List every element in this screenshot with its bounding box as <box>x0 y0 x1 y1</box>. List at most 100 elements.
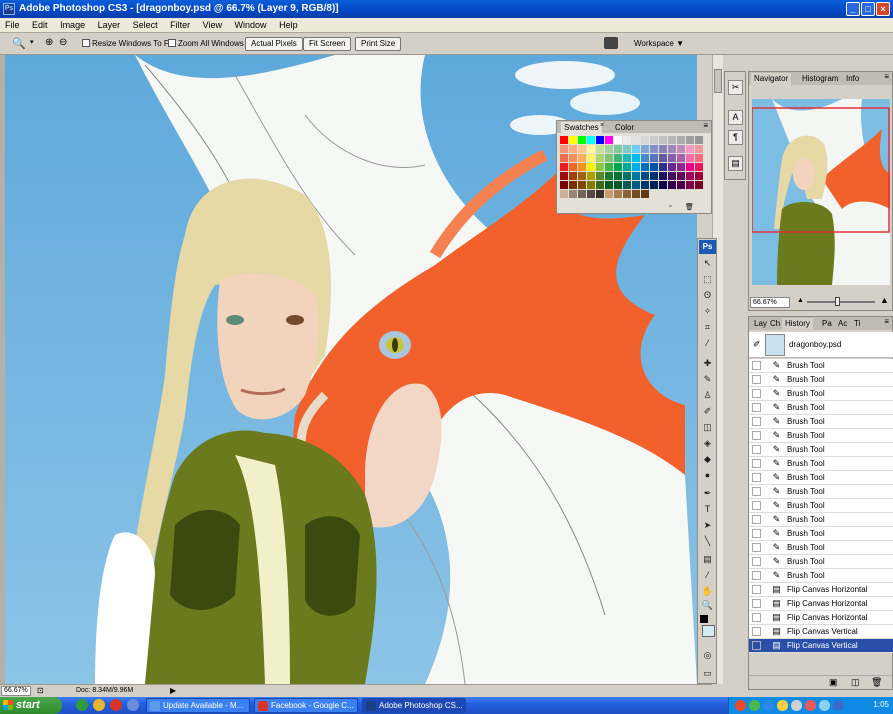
background-color-swatch[interactable] <box>702 625 715 637</box>
color-swatch[interactable] <box>668 154 676 162</box>
color-swatch[interactable] <box>650 172 658 180</box>
zoom-tool-palette-icon[interactable]: 🔍 <box>701 599 714 611</box>
color-swatch[interactable] <box>632 136 640 144</box>
zoom-in-small-icon[interactable]: ▲ <box>880 295 889 305</box>
color-swatch[interactable] <box>677 163 685 171</box>
clone-stamp-tool-icon[interactable]: ♙ <box>701 389 714 401</box>
color-swatch[interactable] <box>686 136 694 144</box>
color-swatch[interactable] <box>650 136 658 144</box>
color-swatch[interactable] <box>686 154 694 162</box>
color-swatch[interactable] <box>605 181 613 189</box>
tray-app-icon[interactable] <box>735 700 746 711</box>
history-source-box[interactable] <box>752 641 761 650</box>
eraser-tool-icon[interactable]: ◫ <box>701 421 714 433</box>
history-step[interactable]: ▤ Flip Canvas Horizontal <box>749 597 893 611</box>
color-swatch[interactable] <box>632 145 640 153</box>
zoom-out-small-icon[interactable]: ▲ <box>797 297 804 304</box>
dodge-tool-icon[interactable]: ● <box>701 469 714 481</box>
color-swatch[interactable] <box>560 154 568 162</box>
tab-actions[interactable]: Ac <box>835 318 850 330</box>
color-swatch[interactable] <box>623 145 631 153</box>
minimize-button[interactable]: _ <box>846 2 860 16</box>
zoom-out-icon[interactable]: ⊖ <box>59 37 67 48</box>
color-swatch[interactable] <box>641 172 649 180</box>
color-swatch[interactable] <box>659 172 667 180</box>
color-swatch[interactable] <box>695 136 703 144</box>
color-swatch[interactable] <box>569 190 577 198</box>
history-step[interactable]: ✎ Brush Tool <box>749 415 893 429</box>
marquee-tool-icon[interactable]: ⬚ <box>701 273 714 285</box>
history-source-box[interactable] <box>752 389 761 398</box>
color-swatch[interactable] <box>587 145 595 153</box>
history-source-box[interactable] <box>752 529 761 538</box>
menu-view[interactable]: View <box>198 18 227 32</box>
history-source-icon[interactable]: ✐ <box>753 339 761 350</box>
color-swatch[interactable] <box>623 136 631 144</box>
color-swatch[interactable] <box>560 172 568 180</box>
color-swatch[interactable] <box>578 163 586 171</box>
tab-navigator[interactable]: Navigator <box>751 73 792 85</box>
move-tool-icon[interactable]: ↖ <box>701 257 714 269</box>
color-swatch[interactable] <box>560 190 568 198</box>
color-swatch[interactable] <box>623 172 631 180</box>
history-source-box[interactable] <box>752 543 761 552</box>
task-photoshop[interactable]: Adobe Photoshop CS... <box>362 698 466 713</box>
brush-tool-icon[interactable]: ✎ <box>701 373 714 385</box>
history-source-box[interactable] <box>752 599 761 608</box>
color-swatch[interactable] <box>578 154 586 162</box>
history-step[interactable]: ✎ Brush Tool <box>749 527 893 541</box>
tab-info[interactable]: Info <box>843 73 862 85</box>
layer-comps-icon[interactable]: ▤ <box>728 156 743 171</box>
color-swatch[interactable] <box>596 136 604 144</box>
color-swatch[interactable] <box>569 181 577 189</box>
tray-messenger-icon[interactable] <box>763 700 774 711</box>
history-step[interactable]: ✎ Brush Tool <box>749 457 893 471</box>
color-swatch[interactable] <box>668 172 676 180</box>
quicklaunch-app-icon[interactable] <box>76 699 88 711</box>
history-step[interactable]: ✎ Brush Tool <box>749 401 893 415</box>
color-swatch[interactable] <box>596 163 604 171</box>
color-swatch[interactable] <box>605 163 613 171</box>
color-swatch[interactable] <box>668 136 676 144</box>
status-menu-arrow-icon[interactable]: ▶ <box>170 686 176 695</box>
history-source-box[interactable] <box>752 585 761 594</box>
eyedropper-tool-2-icon[interactable]: ⁄ <box>701 569 714 581</box>
tool-preset-dropdown-icon[interactable]: ▾ <box>30 38 34 46</box>
color-swatch[interactable] <box>587 181 595 189</box>
history-source-box[interactable] <box>752 613 761 622</box>
color-swatch[interactable] <box>587 136 595 144</box>
history-source-box[interactable] <box>752 445 761 454</box>
color-swatch[interactable] <box>560 163 568 171</box>
tab-tool-presets[interactable]: Ti <box>851 318 863 330</box>
color-swatch[interactable] <box>677 181 685 189</box>
history-source-box[interactable] <box>752 501 761 510</box>
color-swatch[interactable] <box>650 145 658 153</box>
delete-swatch-icon[interactable]: 🗑 <box>685 203 694 211</box>
tab-histogram[interactable]: Histogram <box>799 73 841 85</box>
history-source-box[interactable] <box>752 459 761 468</box>
color-swatch[interactable] <box>578 181 586 189</box>
color-swatch[interactable] <box>614 145 622 153</box>
hand-tool-icon[interactable]: ✋ <box>701 585 714 597</box>
panel-menu-icon[interactable]: ≡ <box>884 317 889 326</box>
color-swatch[interactable] <box>650 163 658 171</box>
task-update-available[interactable]: Update Available - M... <box>146 698 250 713</box>
color-swatch[interactable] <box>695 145 703 153</box>
color-swatch[interactable] <box>695 172 703 180</box>
history-source-box[interactable] <box>752 487 761 496</box>
brushes-icon[interactable]: ✂ <box>728 80 743 95</box>
color-swatch[interactable] <box>686 145 694 153</box>
color-swatch[interactable] <box>560 136 568 144</box>
color-swatch[interactable] <box>578 190 586 198</box>
color-swatch[interactable] <box>623 154 631 162</box>
color-swatch[interactable] <box>659 136 667 144</box>
color-swatch[interactable] <box>605 154 613 162</box>
history-source-box[interactable] <box>752 403 761 412</box>
color-swatch[interactable] <box>677 136 685 144</box>
history-brush-tool-icon[interactable]: ✐ <box>701 405 714 417</box>
color-swatch[interactable] <box>659 154 667 162</box>
color-swatch[interactable] <box>596 145 604 153</box>
crop-tool-icon[interactable]: ⌗ <box>701 321 714 333</box>
zoom-slider-knob[interactable] <box>835 297 840 306</box>
menu-select[interactable]: Select <box>128 18 163 32</box>
